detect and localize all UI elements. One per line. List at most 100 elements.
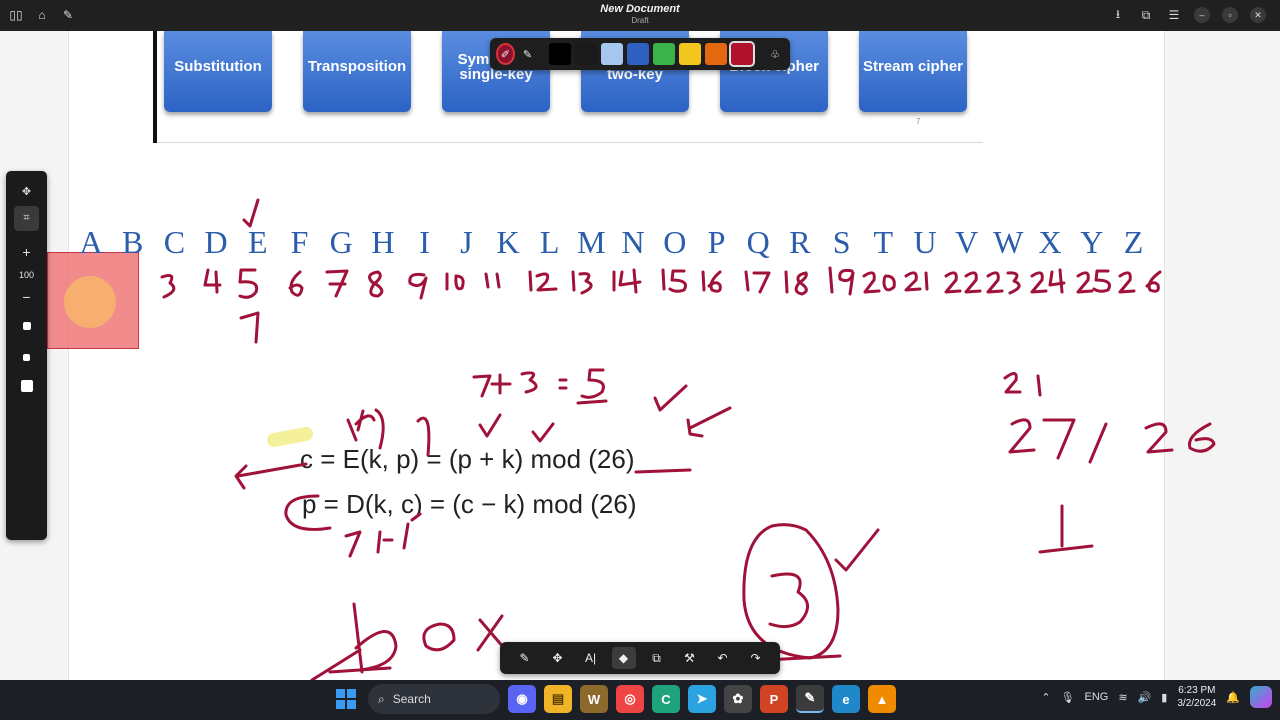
sidebar-toggle-icon[interactable]: ▯▯	[8, 7, 24, 23]
close-button[interactable]: ✕	[1250, 7, 1266, 23]
substitution-box: Substitution	[164, 31, 272, 112]
undo-icon[interactable]: ↶	[711, 647, 735, 669]
stroke-small-icon[interactable]	[6, 320, 47, 332]
alphabet-letter: N	[621, 224, 645, 260]
whiteboard-page[interactable]	[68, 31, 1165, 680]
share-icon[interactable]: ⧉	[1138, 7, 1154, 23]
whiteboard-app-icon[interactable]: ✎	[796, 685, 824, 713]
home-icon[interactable]: ⌂	[34, 7, 50, 23]
download-icon[interactable]: ⭳	[1110, 7, 1126, 23]
clock[interactable]: 6:23 PM 3/2/2024	[1177, 684, 1216, 710]
color-swatches	[549, 41, 756, 67]
taskbar: ⌕ Search ◉ ▤ W ◎ C ➤ ✿ P ✎ e ▲ ⌃ 🎙 ENG ≋…	[0, 680, 1280, 720]
slide-left-border	[153, 31, 157, 143]
alphabet-letter: M	[577, 224, 606, 260]
wifi-icon[interactable]: ≋	[1118, 691, 1127, 704]
whiteboard-canvas[interactable]: 7 Substitution Transposition Symmetric s…	[0, 31, 1280, 680]
color-swatch[interactable]	[627, 43, 650, 65]
color-swatch[interactable]	[549, 43, 572, 65]
alphabet-letter: O	[663, 224, 687, 260]
language-indicator[interactable]: ENG	[1085, 691, 1109, 703]
copilot-icon[interactable]	[1250, 686, 1272, 708]
alphabet-letter: Y	[1080, 224, 1104, 260]
eraser-tool-icon[interactable]: ◆	[611, 647, 636, 669]
alphabet-letter: C	[163, 224, 186, 260]
decryption-formula: p = D(k, c) = (c − k) mod (26)	[302, 489, 637, 519]
alphabet-letter: R	[789, 224, 811, 260]
title-bar-right-tools: ⭳ ⧉ ☰ – ▫ ✕	[1110, 7, 1266, 23]
settings-wrench-icon[interactable]: ⚒	[678, 647, 702, 669]
alphabet-letter: A	[79, 224, 103, 260]
file-explorer-icon[interactable]: ▤	[544, 685, 572, 713]
menu-icon[interactable]: ☰	[1166, 7, 1182, 23]
powerpoint-icon[interactable]: P	[760, 685, 788, 713]
stroke-medium-icon[interactable]	[6, 351, 47, 363]
alphabet-letter: F	[290, 224, 309, 260]
battery-icon[interactable]: ▮	[1161, 691, 1167, 704]
document-status: Draft	[631, 16, 649, 25]
alphabet-letter: T	[873, 224, 894, 260]
document-title: New Document	[600, 3, 680, 15]
microphone-icon[interactable]: 🎙	[1061, 691, 1075, 704]
start-button-icon[interactable]	[332, 685, 360, 713]
vlc-icon[interactable]: ▲	[868, 685, 896, 713]
alphabet-letter: J	[460, 224, 473, 260]
redo-icon[interactable]: ↷	[744, 647, 768, 669]
winrar-icon[interactable]: W	[580, 685, 608, 713]
search-icon: ⌕	[378, 691, 385, 706]
text-tool-button[interactable]: A|	[579, 647, 603, 669]
color-swatch[interactable]	[679, 43, 702, 65]
alphabet-letter: G	[329, 224, 353, 260]
stroke-large-icon[interactable]	[6, 379, 47, 393]
zoom-out-button[interactable]: −	[6, 289, 47, 305]
alphabet-letter: S	[832, 224, 851, 260]
system-tray: ⌃ 🎙 ENG ≋ 🔊 ▮ 6:23 PM 3/2/2024 🔔	[1041, 684, 1272, 710]
alphabet-letter: K	[496, 224, 520, 260]
tray-overflow-icon[interactable]: ⌃	[1041, 691, 1050, 704]
color-swatch[interactable]	[601, 43, 624, 65]
volume-icon[interactable]: 🔊	[1138, 691, 1152, 704]
clion-icon[interactable]: C	[652, 685, 680, 713]
minimize-button[interactable]: –	[1194, 7, 1210, 23]
notification-bell-icon[interactable]: 🔔	[1226, 691, 1240, 704]
telegram-icon[interactable]: ➤	[688, 685, 716, 713]
brush-tool-icon[interactable]: ✎	[513, 647, 537, 669]
zoom-in-button[interactable]: +	[6, 244, 47, 260]
alphabet-letter: Q	[746, 224, 770, 260]
taskbar-apps: ⌕ Search ◉ ▤ W ◎ C ➤ ✿ P ✎ e ▲	[332, 684, 896, 714]
color-swatch[interactable]	[653, 43, 676, 65]
color-swatch[interactable]	[729, 41, 756, 67]
pen-color-toolbar: ✐ ✎ ♧	[490, 38, 790, 70]
selection-tool-icon[interactable]: ⌗	[14, 206, 39, 231]
encryption-formula: c = E(k, p) = (p + k) mod (26)	[300, 444, 635, 474]
alphabet-letter: L	[539, 224, 560, 260]
shape-tool-icon[interactable]: ✥	[546, 647, 570, 669]
copy-tool-icon[interactable]: ⧉	[645, 647, 669, 669]
taskbar-search[interactable]: ⌕ Search	[368, 684, 500, 714]
highlighter-tool-icon[interactable]: ✎	[519, 43, 537, 65]
alphabet-letter: U	[913, 224, 937, 260]
edge-icon[interactable]: e	[832, 685, 860, 713]
color-swatch[interactable]	[575, 43, 598, 65]
title-bar: ▯▯ ⌂ ✎ New Document Draft ⭳ ⧉ ☰ – ▫ ✕	[0, 0, 1280, 31]
color-picker-icon[interactable]: ♧	[766, 43, 784, 65]
transposition-box: Transposition	[303, 31, 411, 112]
alphabet-letter: I	[419, 224, 430, 260]
pen-settings-icon[interactable]: ✎	[60, 7, 76, 23]
drawing-toolbar: ✎ ✥ A| ◆ ⧉ ⚒ ↶ ↷	[500, 642, 780, 674]
title-bar-left-tools: ▯▯ ⌂ ✎	[8, 7, 76, 23]
stream-cipher-box: Stream cipher	[859, 31, 967, 112]
chatgpt-icon[interactable]: ✿	[724, 685, 752, 713]
pen-tool-icon[interactable]: ✐	[496, 43, 515, 65]
maximize-button[interactable]: ▫	[1222, 7, 1238, 23]
slide-bottom-divider	[157, 142, 983, 143]
alphabet-letter: E	[248, 224, 268, 260]
color-swatch[interactable]	[705, 43, 728, 65]
clock-time: 6:23 PM	[1178, 685, 1216, 696]
zoom-level: 100	[18, 270, 35, 280]
clock-date: 3/2/2024	[1177, 698, 1217, 709]
discord-icon[interactable]: ◉	[508, 685, 536, 713]
chrome-icon[interactable]: ◎	[616, 685, 644, 713]
pan-tool-icon[interactable]: ✥	[6, 181, 47, 201]
alphabet-letter: X	[1038, 224, 1062, 260]
